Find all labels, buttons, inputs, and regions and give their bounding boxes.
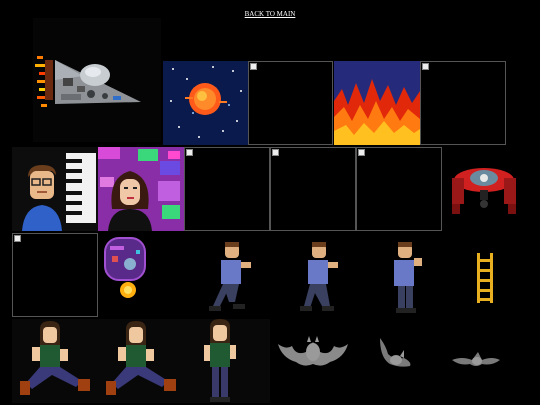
broken-image-icon [250,63,257,70]
broken-image-icon [272,149,279,156]
bat-icon [380,338,411,367]
purple-machine-sprite [100,236,150,302]
broken-image-placeholder [12,233,98,317]
woman-portrait-icon [98,147,184,231]
standing-woman-sprite [184,319,270,403]
fire-icon [334,61,420,145]
spaceship-sprite [33,18,161,142]
broken-image-icon [14,235,21,242]
piano-player-sprite [12,147,98,231]
broken-image-icon [358,149,365,156]
bat-icon [278,336,348,366]
walking-man-sprite [205,240,261,316]
broken-image-placeholder [248,61,333,145]
sprite-gallery-page: BACK TO MAIN [0,0,540,405]
broken-image-placeholder [270,147,356,231]
walking-man-sprite [292,240,348,316]
walking-man-icon [209,242,251,311]
broken-image-icon [422,63,429,70]
sun-starfield-sprite [163,61,248,145]
walking-man-sprite [378,240,434,316]
bat-sprite [452,346,500,368]
broken-image-icon [186,149,193,156]
red-robot-sprite [446,158,522,220]
sun-starfield-icon [163,61,248,145]
purple-machine-icon [104,237,146,298]
broken-image-placeholder [184,147,270,231]
red-robot-crab-icon [452,168,516,214]
broken-image-placeholder [420,61,506,145]
running-woman-icon [106,321,176,395]
back-to-main-link[interactable]: BACK TO MAIN [0,10,540,18]
woman-portrait-sprite [98,147,184,231]
walking-man-icon [300,242,338,311]
fire-sprite [334,61,420,145]
broken-image-placeholder [356,147,442,231]
ladder-icon [477,253,493,303]
spaceship-icon [35,56,141,107]
bat-sprite [278,334,348,370]
running-woman-sprite [98,319,184,403]
running-woman-icon [20,321,90,395]
bat-sprite [374,336,414,370]
ladder-sprite [474,253,496,303]
bat-icon [452,352,500,366]
walking-man-icon [394,242,422,313]
standing-woman-icon [204,319,236,402]
running-woman-sprite [12,319,98,403]
piano-player-portrait-icon [22,153,96,231]
